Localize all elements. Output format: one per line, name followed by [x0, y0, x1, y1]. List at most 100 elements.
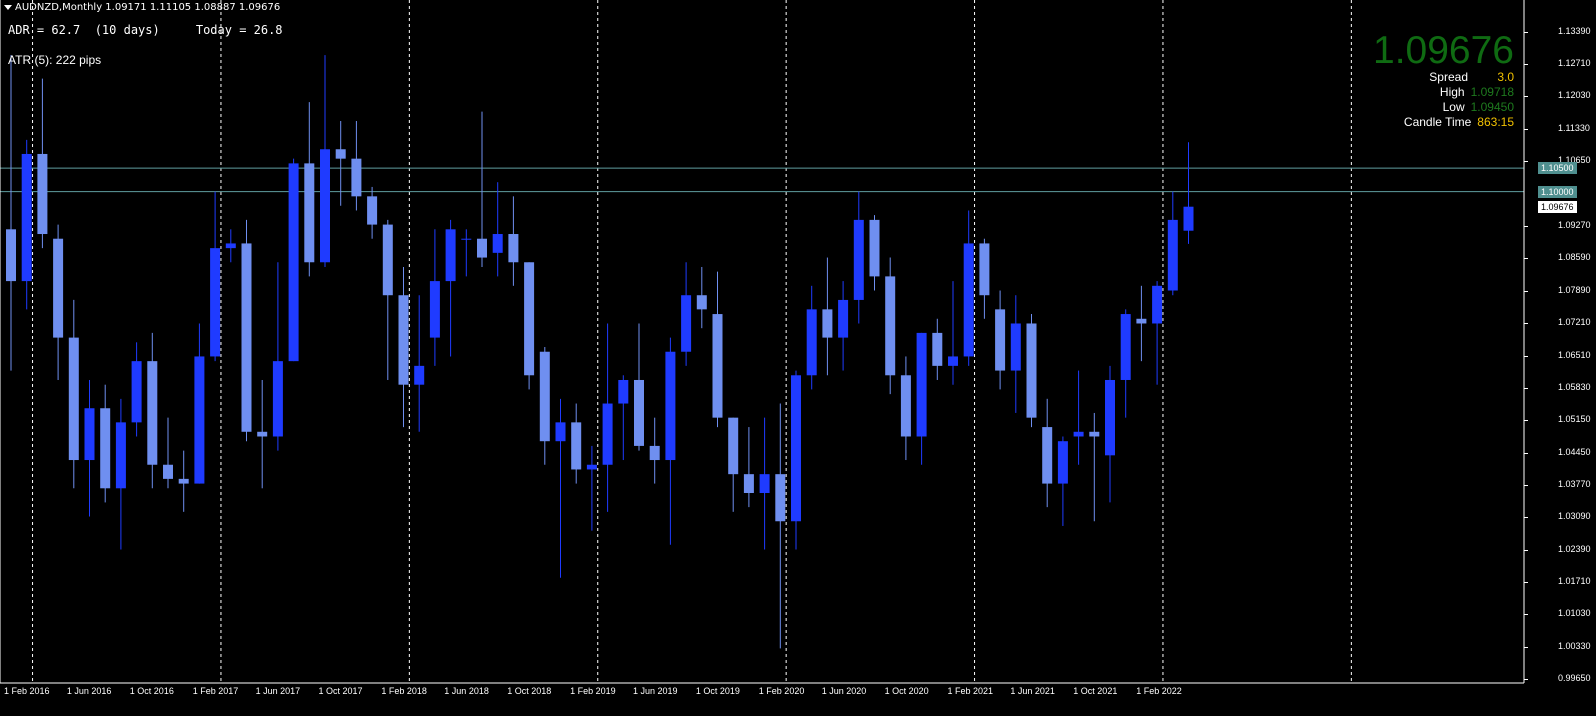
candle-body	[555, 422, 566, 442]
price-tick-mark	[1524, 32, 1528, 33]
adr-indicator-text: ADR = 62.7 (10 days) Today = 26.8	[8, 23, 283, 37]
price-tick-label: 0.99650	[1558, 673, 1591, 683]
high-value: 1.09718	[1470, 85, 1514, 99]
candle[interactable]	[885, 257, 896, 395]
price-tick-mark	[1524, 679, 1528, 680]
candle-body	[1057, 441, 1068, 484]
low-row: Low 1.09450	[1443, 100, 1514, 114]
date-tick-label: 1 Jun 2021	[1010, 686, 1055, 696]
dropdown-triangle-icon[interactable]	[4, 4, 12, 10]
price-tick-label: 1.03090	[1558, 511, 1591, 521]
price-tick-mark	[1524, 517, 1528, 518]
date-tick-label: 1 Feb 2017	[192, 686, 239, 696]
candle-time-value: 863:15	[1477, 115, 1514, 129]
candle-body	[178, 478, 189, 484]
candle-body	[838, 299, 849, 338]
date-tick-label: 1 Oct 2019	[695, 686, 740, 696]
candle-body	[163, 464, 173, 479]
chart-title[interactable]: AUDNZD,Monthly 1.09171 1.11105 1.08887 1…	[4, 2, 280, 13]
candle-body	[885, 276, 896, 376]
candle-body	[712, 314, 723, 418]
chart-title-text: AUDNZD,Monthly 1.09171 1.11105 1.08887 1…	[15, 2, 281, 13]
candle-body	[1136, 318, 1147, 324]
candle-body	[524, 262, 535, 376]
candle-body	[900, 375, 911, 437]
date-tick-label: 1 Feb 2019	[570, 686, 616, 696]
price-tick-mark	[1524, 290, 1528, 292]
price-tick-mark	[1524, 581, 1528, 583]
price-tick-mark	[1524, 323, 1528, 324]
candle-body	[1105, 379, 1115, 456]
price-tick-mark	[1524, 226, 1528, 227]
candle-body	[414, 365, 425, 385]
date-tick-label: 1 Oct 2018	[507, 686, 552, 696]
chart-window[interactable]: AUDNZD,Monthly 1.09171 1.11105 1.08887 1…	[0, 0, 1596, 716]
price-tick-mark	[1524, 387, 1528, 389]
atr-indicator-text: ATR (5): 222 pips	[8, 53, 102, 67]
candle-body	[602, 403, 613, 465]
price-tick-label: 1.01030	[1558, 608, 1591, 619]
price-chart[interactable]	[0, 0, 1596, 716]
price-tick-label: 1.05150	[1558, 414, 1591, 424]
candle-body	[743, 474, 754, 493]
candle-body	[351, 158, 362, 197]
candle-body	[948, 356, 958, 366]
candle-body	[963, 243, 974, 357]
candle-body	[492, 234, 503, 253]
candle[interactable]	[1026, 314, 1037, 428]
candle-body	[539, 351, 550, 442]
candle-body	[225, 243, 236, 249]
candle-body	[445, 229, 456, 282]
candle-body	[21, 153, 32, 282]
price-badge: 1.10000	[1538, 185, 1577, 198]
candle-body	[320, 149, 330, 263]
candle-body	[1167, 219, 1178, 291]
date-tick-label: 1 Jun 2019	[633, 686, 678, 696]
price-tick-mark	[1524, 96, 1528, 98]
price-tick-label: 1.00330	[1558, 640, 1591, 651]
candle-body	[194, 356, 205, 484]
candle-body	[429, 281, 440, 338]
price-tick-mark	[1524, 258, 1528, 260]
price-tick-mark	[1524, 484, 1528, 486]
date-tick-label: 1 Jun 2018	[444, 686, 489, 696]
candle-body	[759, 474, 770, 493]
high-label: High	[1439, 85, 1465, 99]
candle-body	[1152, 285, 1163, 324]
date-tick-label: 1 Jun 2017	[255, 686, 301, 696]
price-tick-mark	[1524, 355, 1528, 357]
candle-body	[932, 332, 943, 366]
spread-label: Spread	[1429, 70, 1468, 84]
spread-row: Spread 3.0	[1429, 70, 1514, 84]
price-tick-mark	[1524, 614, 1528, 616]
spread-value: 3.0	[1497, 70, 1514, 84]
price-tick-label: 1.04450	[1558, 446, 1591, 457]
candle[interactable]	[241, 219, 252, 442]
candle[interactable]	[288, 158, 299, 362]
price-tick-mark	[1524, 646, 1528, 648]
date-tick-label: 1 Oct 2020	[884, 686, 929, 696]
candle-body	[618, 379, 629, 404]
candle-body	[665, 351, 676, 461]
candle[interactable]	[524, 262, 535, 390]
candle-body	[398, 295, 409, 385]
price-tick-label: 1.08590	[1558, 252, 1591, 263]
candle-body	[696, 295, 707, 310]
date-tick-label: 1 Feb 2020	[758, 686, 805, 696]
price-tick-label: 1.03770	[1558, 478, 1591, 489]
candle-body	[241, 243, 252, 432]
candle-body	[335, 149, 346, 159]
candle-body	[728, 417, 739, 475]
candle-body	[822, 309, 833, 338]
price-tick-label: 1.12710	[1558, 58, 1591, 69]
candle-body	[1183, 206, 1194, 231]
date-tick-label: 1 Feb 2016	[4, 686, 50, 696]
price-tick-mark	[1524, 452, 1528, 454]
candle-time-row: Candle Time 863:15	[1404, 115, 1514, 129]
price-tick-label: 1.13390	[1558, 26, 1591, 36]
candle-body	[1010, 323, 1021, 371]
price-tick-label: 1.06510	[1558, 349, 1591, 360]
price-tick-mark	[1524, 549, 1528, 551]
candle-body	[681, 295, 692, 352]
date-tick-label: 1 Feb 2022	[1136, 686, 1182, 696]
